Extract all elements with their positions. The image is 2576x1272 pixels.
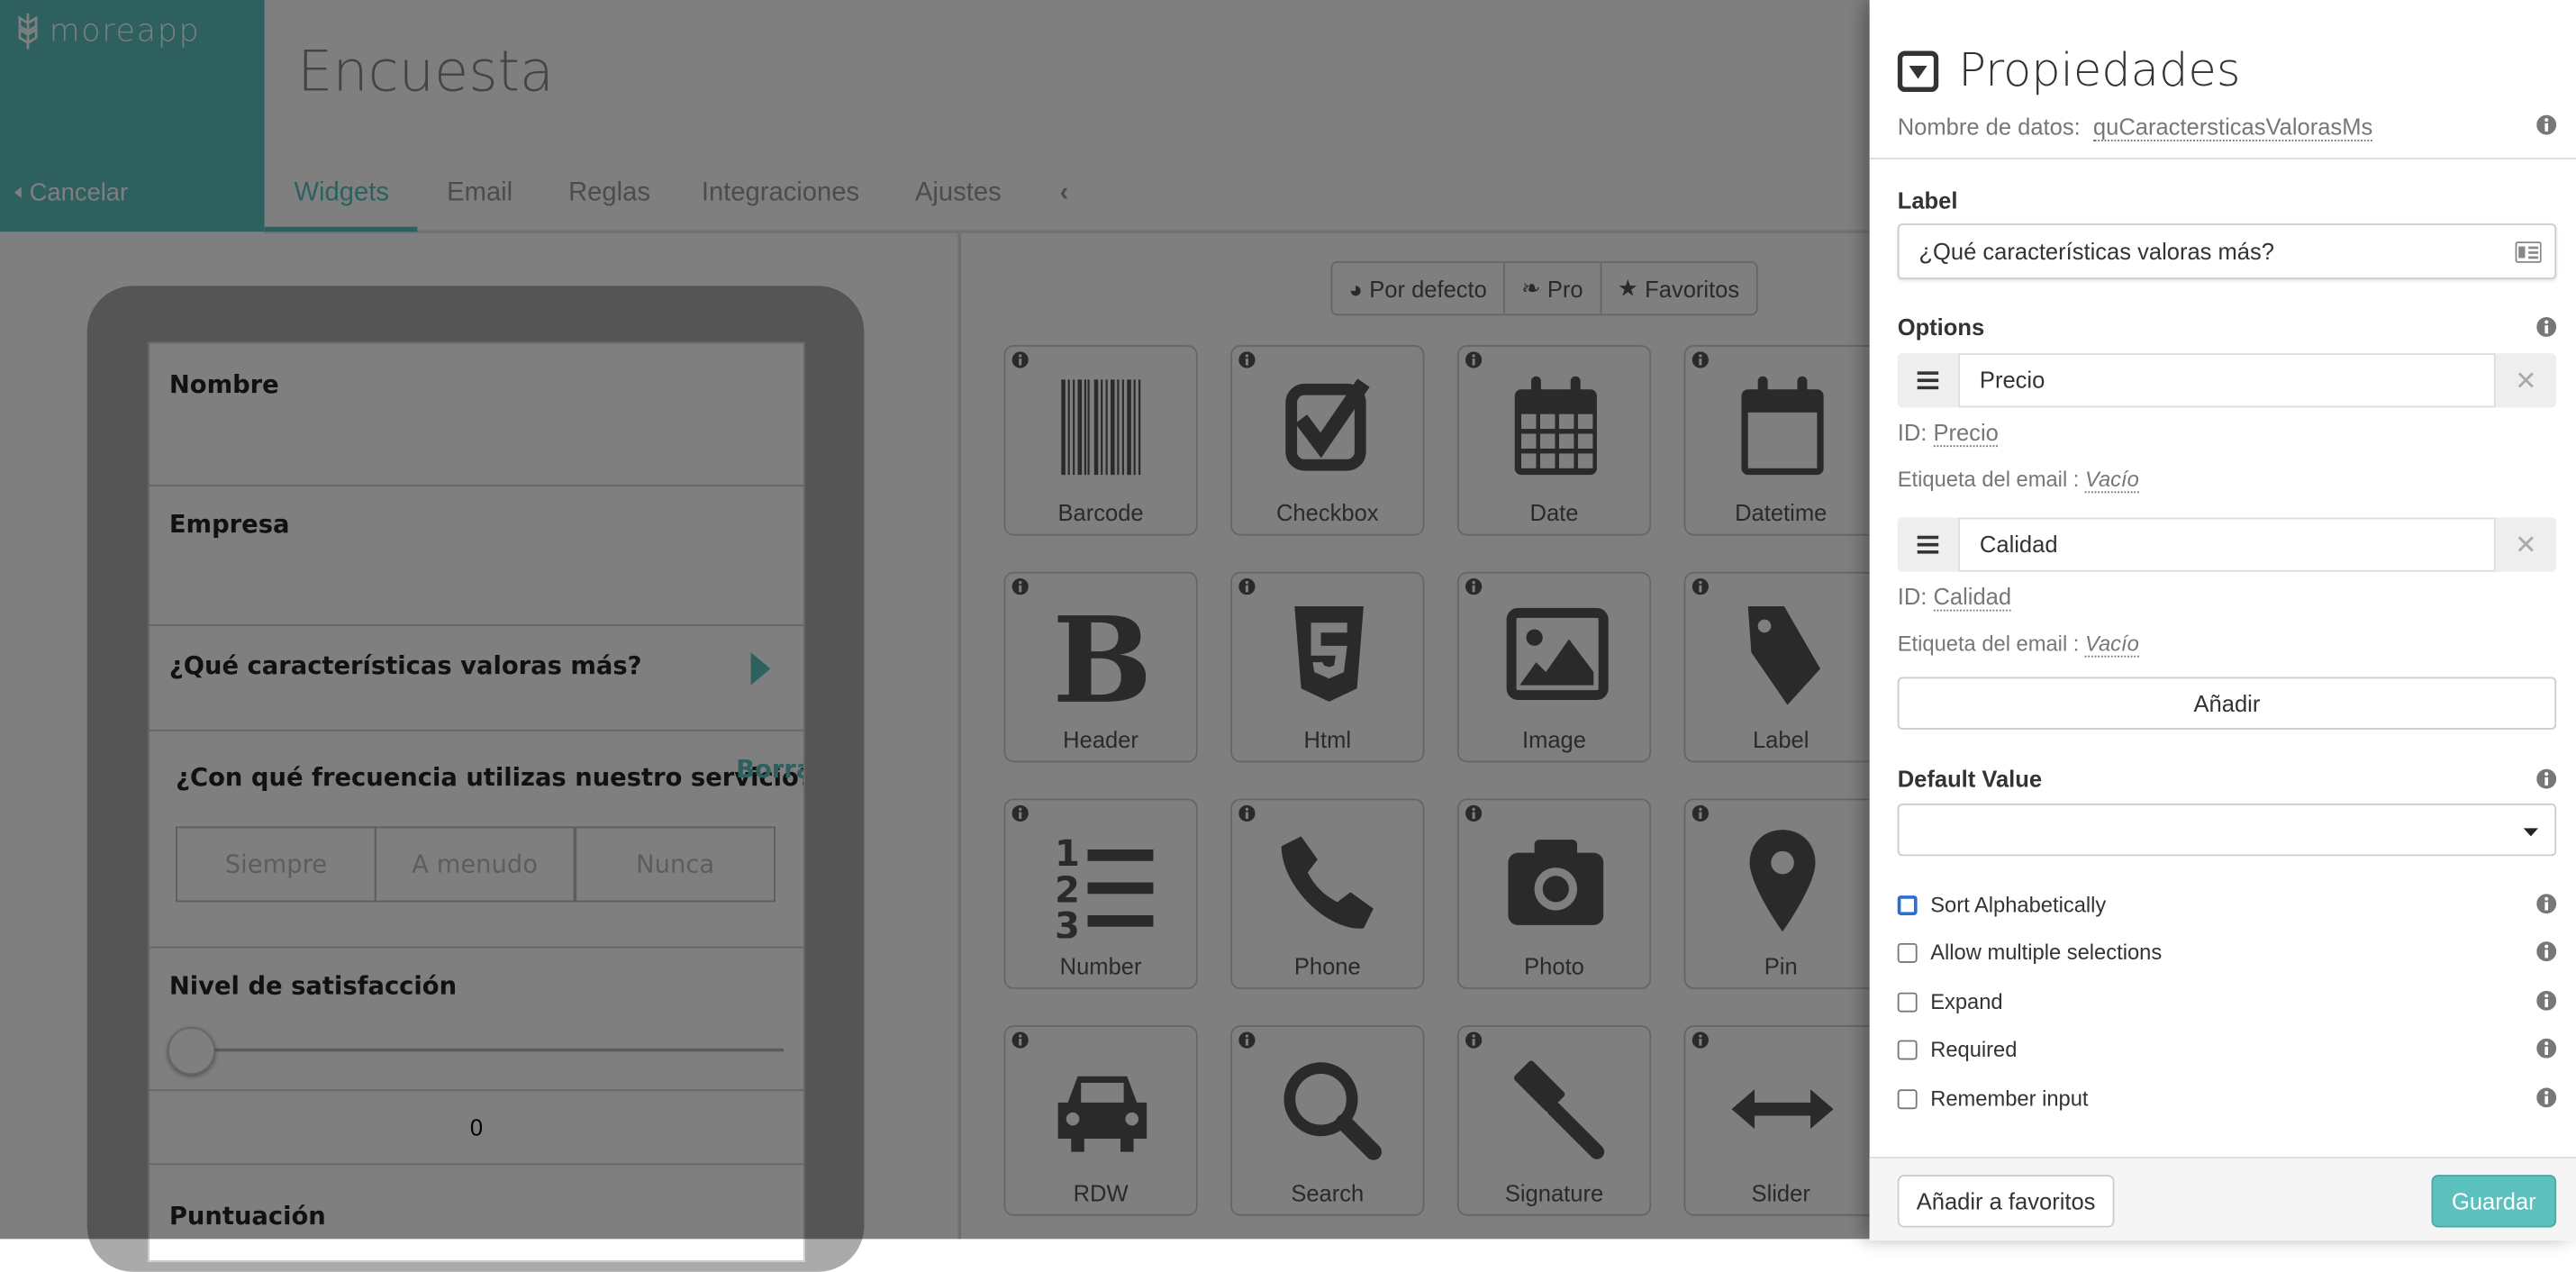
info-icon[interactable] (2536, 990, 2557, 1011)
id-label: ID: (1897, 583, 1927, 610)
id-card-icon[interactable] (2515, 241, 2542, 263)
checkbox-row: Required (1897, 1037, 2017, 1061)
option-id[interactable]: Precio (1933, 419, 1999, 448)
label-heading: Label (1897, 186, 1958, 214)
save-button[interactable]: Guardar (2431, 1175, 2557, 1228)
checkbox[interactable] (1897, 1039, 1918, 1059)
add-option-button[interactable]: Añadir (1897, 677, 2557, 730)
option-id[interactable]: Calidad (1933, 583, 2012, 612)
panel-title: Propiedades (1958, 42, 2241, 97)
email-label: Etiqueta del email : (1897, 467, 2080, 492)
checkbox-row: Expand (1897, 989, 2003, 1013)
checkbox-label[interactable]: Required (1930, 1037, 2017, 1061)
remove-option-icon[interactable]: ✕ (2496, 353, 2556, 407)
checkbox[interactable] (1897, 895, 1918, 915)
info-icon[interactable] (2536, 1087, 2557, 1108)
checkbox-row: Allow multiple selections (1897, 940, 2162, 965)
info-icon[interactable] (2536, 941, 2557, 962)
options-heading: Options (1897, 313, 1985, 341)
modal-backdrop[interactable] (0, 0, 1870, 1240)
divider (1869, 158, 2576, 159)
label-input[interactable]: ¿Qué características valoras más? (1897, 223, 2557, 280)
option-row: Calidad ✕ (1897, 517, 2557, 572)
checkbox[interactable] (1897, 991, 1918, 1012)
panel-footer: Añadir a favoritos Guardar (1869, 1157, 2576, 1241)
info-icon[interactable] (2536, 1038, 2557, 1058)
option-email-value[interactable]: Vacío (2085, 467, 2139, 494)
data-name-value[interactable]: quCaractersticasValorasMs (2092, 113, 2373, 141)
checkbox-row: Sort Alphabetically (1897, 892, 2106, 917)
caret-down-icon (2523, 828, 2539, 837)
default-value-select[interactable] (1897, 803, 2557, 857)
data-name-label: Nombre de datos: (1897, 113, 2081, 141)
default-value-heading: Default Value (1897, 765, 2043, 793)
drag-handle-icon[interactable] (1898, 518, 1958, 572)
add-to-favorites-button[interactable]: Añadir a favoritos (1897, 1175, 2115, 1228)
option-email-value[interactable]: Vacío (2085, 631, 2139, 658)
label-input-value: ¿Qué características valoras más? (1918, 238, 2274, 265)
checkbox-label[interactable]: Expand (1930, 989, 2002, 1013)
option-input[interactable]: Precio (1958, 353, 2496, 408)
properties-panel: Propiedades Nombre de datos: quCaracters… (1869, 0, 2576, 1241)
option-row: Precio ✕ (1897, 353, 2557, 408)
dropdown-widget-icon (1897, 50, 1939, 93)
checkbox-label[interactable]: Sort Alphabetically (1930, 892, 2106, 916)
drag-handle-icon[interactable] (1898, 353, 1958, 407)
info-icon[interactable] (2536, 317, 2557, 337)
id-label: ID: (1897, 419, 1927, 446)
checkbox[interactable] (1897, 942, 1918, 962)
info-icon[interactable] (2536, 768, 2557, 789)
checkbox-label[interactable]: Allow multiple selections (1930, 940, 2162, 964)
info-icon[interactable] (2536, 894, 2557, 914)
remove-option-icon[interactable]: ✕ (2496, 518, 2556, 572)
checkbox-row: Remember input (1897, 1086, 2089, 1111)
info-icon[interactable] (2536, 114, 2557, 135)
email-label: Etiqueta del email : (1897, 631, 2080, 656)
checkbox[interactable] (1897, 1088, 1918, 1109)
checkbox-label[interactable]: Remember input (1930, 1086, 2088, 1111)
option-input[interactable]: Calidad (1958, 517, 2496, 572)
